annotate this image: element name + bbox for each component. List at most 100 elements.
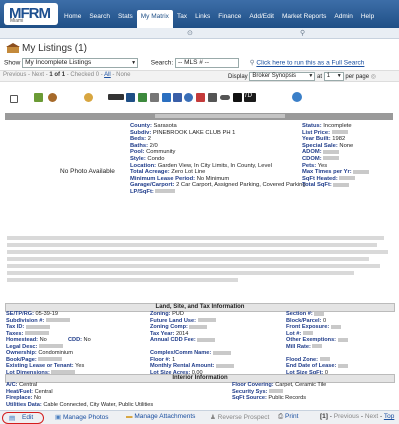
field-label: Pets: (302, 162, 317, 169)
listing-side-fields: Status: Incomplete List Price: Year Built… (302, 123, 370, 189)
lightbulb-icon[interactable] (84, 93, 93, 102)
field-value: Sarasota (153, 123, 177, 129)
field-label: Subdiv: (130, 129, 152, 136)
field-label: Heat/Fuel: (6, 388, 34, 395)
nav-tab-admin[interactable]: Admin (330, 10, 356, 26)
nav-tab-stats[interactable]: Stats (114, 10, 137, 26)
print-button[interactable]: ⎙ Print (278, 413, 298, 421)
field-value: Carpet, Ceramic Tile (275, 382, 327, 388)
nav-tab-tax[interactable]: Tax (173, 10, 191, 26)
notes-icon[interactable] (150, 93, 159, 102)
my-listings-icon (6, 43, 20, 53)
printer-icon: ⎙ (278, 413, 284, 420)
field-row: ADOM: (302, 149, 369, 156)
person-icon: ♟ (210, 414, 216, 421)
camera-icon[interactable] (208, 93, 217, 102)
next-link[interactable]: Next (32, 72, 44, 78)
document-icon[interactable] (173, 93, 182, 102)
nav-tab-help[interactable]: Help (357, 10, 378, 26)
field-row: List Price: (302, 130, 369, 137)
display-select[interactable]: Broker Synopsis ▼ (249, 72, 316, 81)
field-label: Book/Page: (6, 356, 37, 363)
top-link[interactable]: Top (384, 413, 394, 420)
reverse-prospect-button[interactable]: ♟ Reverse Prospect (210, 413, 269, 421)
field-value: 2 (147, 136, 151, 143)
edit-button[interactable]: ▤ Edit (2, 412, 44, 424)
field-label: Special Sale: (302, 142, 338, 149)
select-checkbox[interactable] (10, 95, 18, 103)
document-icon[interactable] (162, 93, 171, 102)
nav-tab-links[interactable]: Links (191, 10, 214, 26)
td-icon[interactable]: TD (244, 93, 256, 102)
field-label: Zoning Comp: (150, 324, 188, 331)
field-row: Garage/Carport: 2 Car Carport, Assigned … (130, 182, 306, 189)
field-label: Flood Zone: (286, 356, 319, 363)
nav-tab-search[interactable]: Search (85, 10, 114, 26)
redacted-value (312, 344, 323, 349)
field-label: Annual CDD Fee: (150, 337, 196, 344)
manage-attachments-button[interactable]: ▬ Manage Attachments (126, 413, 195, 420)
field-label: Fireplace: (6, 395, 33, 402)
redacted-value (323, 149, 340, 154)
select-all-link[interactable]: All (104, 72, 111, 78)
field-label: Complex/Comm Name: (150, 350, 212, 357)
bottom-prev-link[interactable]: Previous (334, 413, 359, 420)
stats-icon[interactable] (196, 93, 205, 102)
link-icon[interactable] (220, 95, 230, 100)
show-select-value: My Incomplete Listings (25, 59, 92, 66)
redacted-value (197, 337, 216, 342)
field-label: Existing Lease or Tenant: (6, 363, 74, 370)
nav-tab-finance[interactable]: Finance (214, 10, 245, 26)
redacted-value (323, 156, 340, 161)
field-label: ADOM: (302, 149, 322, 156)
page-number-value: 1 (326, 73, 331, 79)
chevron-down-icon: ▼ (336, 73, 342, 79)
chevron-down-icon: ▼ (308, 73, 314, 79)
field-label: Homestead: (6, 337, 39, 344)
calendar-icon[interactable] (138, 93, 147, 102)
field-label: Baths: (130, 142, 149, 149)
nav-tab-add-edit[interactable]: Add/Edit (245, 10, 278, 26)
search-icon[interactable]: ⚲ (300, 29, 305, 37)
info-icon[interactable] (184, 93, 193, 102)
field-row: Minimum Lease Period: No Minimum (130, 176, 306, 183)
checked-count: Checked 0 (70, 72, 100, 78)
top-nav-bar: MFRM Miami Home Search Stats My Matrix Tax Li… (0, 0, 399, 31)
map-icon[interactable] (126, 93, 135, 102)
prev-link[interactable]: Previous (3, 72, 26, 78)
add-remove-icon[interactable] (108, 94, 124, 100)
full-search-link[interactable]: Click here to run this as a Full Search (256, 60, 364, 67)
land-col-1: SE/TP/RG: 05-39-19 Subdivision #: Tax ID:… (6, 311, 84, 376)
field-label: SE/TP/RG: (6, 311, 34, 317)
tour-icon[interactable] (233, 93, 242, 102)
page-number-select[interactable]: 1 ▼ (323, 72, 344, 81)
field-label: End Date of Lease: (286, 363, 337, 370)
mfrmls-logo[interactable]: MFRM Miami (4, 3, 58, 25)
field-label: Floor #: (150, 356, 171, 363)
redacted-value (330, 324, 341, 329)
field-label: CDOM: (302, 155, 322, 162)
show-select[interactable]: My Incomplete Listings ▼ (22, 58, 139, 68)
field-row: SqFt Heated: (302, 176, 369, 183)
field-row: Baths: 2/0 (130, 143, 306, 150)
field-label: Tax Year: (150, 330, 175, 337)
field-value: Zero Lot Line (171, 169, 206, 176)
nav-tab-home[interactable]: Home (60, 10, 85, 26)
globe-icon[interactable] (292, 92, 302, 102)
manage-photos-button[interactable]: ▣ Manage Photos (55, 413, 109, 421)
field-row: Year Built: 1982 (302, 136, 369, 143)
redacted-value (25, 324, 50, 329)
field-label: Minimum Lease Period: (130, 175, 196, 182)
bottom-next-link[interactable]: Next (365, 413, 378, 420)
refresh-icon[interactable]: ◎ (371, 74, 376, 80)
mls-search-placeholder: -- MLS # -- (177, 59, 210, 66)
mls-search-input[interactable]: -- MLS # -- (174, 58, 239, 68)
field-label: Front Exposure: (286, 324, 330, 331)
photo-icon[interactable] (34, 93, 43, 102)
nav-tab-market-reports[interactable]: Market Reports (278, 10, 330, 26)
help-icon[interactable]: ⊙ (187, 29, 193, 37)
select-none-link[interactable]: None (116, 72, 130, 78)
tag-icon[interactable] (48, 93, 57, 102)
search-label: Search: (150, 59, 174, 67)
logo-sub: Miami (10, 18, 24, 24)
